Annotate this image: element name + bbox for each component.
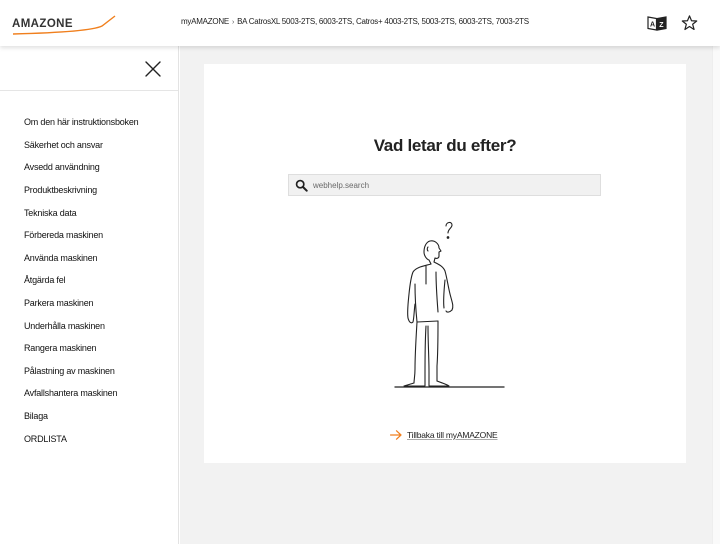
sidebar-item-maintenance[interactable]: Underhålla maskinen — [0, 314, 178, 337]
sidebar-item-loading[interactable]: Pålastning av maskinen — [0, 360, 178, 383]
breadcrumb-home[interactable]: myAMAZONE — [181, 17, 229, 26]
sidebar-item-troubleshooting[interactable]: Åtgärda fel — [0, 269, 178, 292]
sidebar-item-safety[interactable]: Säkerhet och ansvar — [0, 134, 178, 157]
svg-text:Z: Z — [659, 22, 664, 29]
sidebar-item-disposal[interactable]: Avfallshantera maskinen — [0, 382, 178, 405]
sidebar-item-appendix[interactable]: Bilaga — [0, 405, 178, 428]
svg-text:A: A — [650, 22, 655, 29]
language-az-icon[interactable]: A Z — [647, 14, 667, 32]
top-header: AMAZONE myAMAZONE › BA CatrosXL 5003-2TS, … — [0, 0, 720, 46]
person-illustration — [394, 221, 505, 388]
logo-text: AMAZONE — [12, 18, 73, 30]
search-icon[interactable] — [295, 179, 308, 192]
sidebar-item-glossary[interactable]: ORDLISTA — [0, 427, 178, 450]
sidebar-item-park-machine[interactable]: Parkera maskinen — [0, 292, 178, 315]
amazone-logo[interactable]: AMAZONE — [12, 13, 116, 37]
sidebar-item-product-description[interactable]: Produktbeskrivning — [0, 179, 178, 202]
back-to-myamazone-link[interactable]: Tillbaka till myAMAZONE — [390, 430, 498, 440]
sidebar: Om den här instruktionsboken Säkerhet oc… — [0, 46, 179, 544]
page-title: Vad letar du efter? — [373, 136, 517, 155]
sidebar-item-about-manual[interactable]: Om den här instruktionsboken — [0, 111, 178, 134]
sidebar-item-shunting[interactable]: Rangera maskinen — [0, 337, 178, 360]
sidebar-item-technical-data[interactable]: Tekniska data — [0, 201, 178, 224]
arrow-right-icon — [390, 430, 402, 440]
search-card: Vad letar du efter? webhelp.search Tillb… — [204, 64, 686, 463]
breadcrumb-current: BA CatrosXL 5003-2TS, 6003-2TS, Catros+ … — [237, 17, 529, 26]
sidebar-item-use-machine[interactable]: Använda maskinen — [0, 247, 178, 270]
search-box[interactable] — [288, 174, 601, 196]
sidebar-item-prepare-machine[interactable]: Förbereda maskinen — [0, 224, 178, 247]
sidebar-header — [0, 46, 178, 91]
close-icon[interactable] — [144, 60, 162, 78]
main-content: Vad letar du efter? webhelp.search Tillb… — [180, 46, 712, 544]
page-scrollbar[interactable] — [712, 46, 720, 544]
search-input[interactable] — [313, 176, 593, 194]
breadcrumb-separator-icon: › — [231, 19, 235, 26]
back-link-label: Tillbaka till myAMAZONE — [407, 430, 498, 440]
sidebar-nav: Om den här instruktionsboken Säkerhet oc… — [0, 91, 178, 450]
star-icon[interactable] — [679, 14, 699, 32]
breadcrumb: myAMAZONE › BA CatrosXL 5003-2TS, 6003-2TS… — [181, 17, 529, 26]
sidebar-item-intended-use[interactable]: Avsedd användning — [0, 156, 178, 179]
